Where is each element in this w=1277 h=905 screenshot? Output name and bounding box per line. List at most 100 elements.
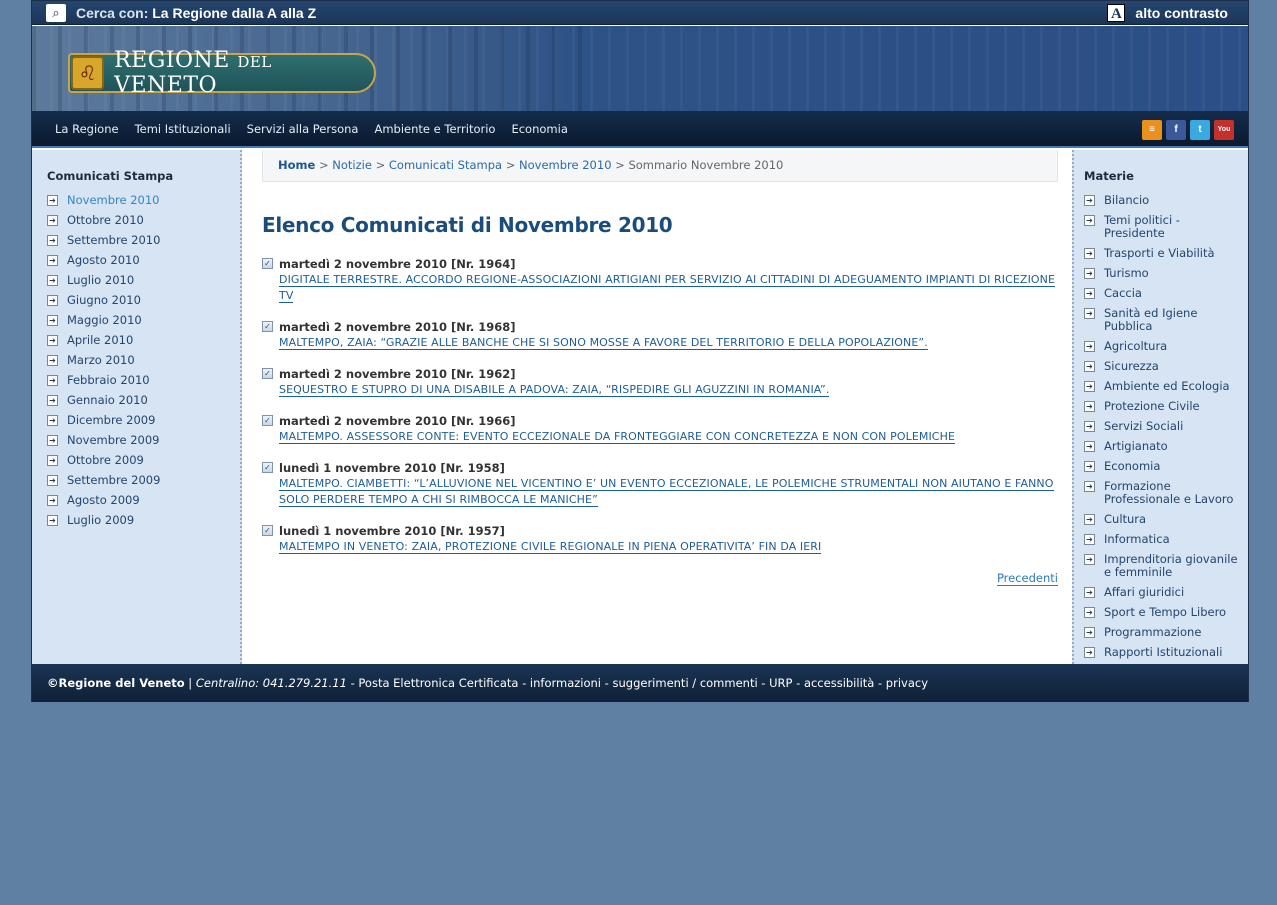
press-release-link[interactable]: MALTEMPO, ZAIA: “GRAZIE ALLE BANCHE CHE … <box>279 336 928 350</box>
sidebar-item-dicembre-2009[interactable]: ➔ Dicembre 2009 <box>47 414 160 434</box>
press-release-link[interactable]: MALTEMPO IN VENETO: ZAIA, PROTEZIONE CIV… <box>279 540 822 554</box>
sidebar-item-temi-politici-presidente[interactable]: ➔ Temi politici - Presidente <box>1084 214 1244 240</box>
footer-link-urp[interactable]: URP <box>769 676 792 690</box>
arrow-right-icon: ➔ <box>1084 461 1095 472</box>
sidebar-item-servizi-sociali[interactable]: ➔ Servizi Sociali <box>1084 420 1244 433</box>
sidebar-item-giugno-2010[interactable]: ➔ Giugno 2010 <box>47 294 160 314</box>
press-release-link[interactable]: DIGITALE TERRESTRE. ACCORDO REGIONE-ASSO… <box>279 273 1056 303</box>
sidebar-item-sicurezza[interactable]: ➔ Sicurezza <box>1084 360 1244 373</box>
sidebar-item-turismo[interactable]: ➔ Turismo <box>1084 267 1244 280</box>
nav-item-temi-istituzionali[interactable]: Temi Istituzionali <box>135 122 231 136</box>
sidebar-item-settembre-2010[interactable]: ➔ Settembre 2010 <box>47 234 160 254</box>
sidebar-item-label: Imprenditoria giovanile e femminile <box>1104 552 1238 579</box>
arrow-right-icon: ➔ <box>1084 627 1095 638</box>
press-release-date: martedì 2 novembre 2010 [Nr. 1966] <box>279 414 516 428</box>
high-contrast-link[interactable]: A alto contrasto <box>1107 4 1228 22</box>
sidebar-item-aprile-2010[interactable]: ➔ Aprile 2010 <box>47 334 160 354</box>
sidebar-item-novembre-2010[interactable]: ➔ Novembre 2010 <box>47 194 160 214</box>
sidebar-item-label: Febbraio 2010 <box>67 373 150 387</box>
breadcrumb: Home > Notizie > Comunicati Stampa > Nov… <box>262 150 1058 182</box>
footer-link-privacy[interactable]: privacy <box>886 676 928 690</box>
arrow-right-icon: ➔ <box>47 495 58 506</box>
arrow-right-icon: ➔ <box>47 375 58 386</box>
sidebar-item-trasporti-e-viabilita[interactable]: ➔ Trasporti e Viabilità <box>1084 247 1244 260</box>
arrow-right-icon: ➔ <box>1084 268 1095 279</box>
sidebar-item-affari-giuridici[interactable]: ➔ Affari giuridici <box>1084 586 1244 599</box>
sidebar-item-imprenditoria-giovanile-e-femminile[interactable]: ➔ Imprenditoria giovanile e femminile <box>1084 553 1244 579</box>
sidebar-item-label: Agosto 2010 <box>67 253 140 267</box>
breadcrumb-item-notizie[interactable]: Notizie <box>332 158 372 172</box>
press-release-item: ✓ martedì 2 novembre 2010 [Nr. 1962] SEQUE… <box>262 366 1058 398</box>
sidebar-item-luglio-2010[interactable]: ➔ Luglio 2010 <box>47 274 160 294</box>
sidebar-item-febbraio-2010[interactable]: ➔ Febbraio 2010 <box>47 374 160 394</box>
sidebar-item-maggio-2010[interactable]: ➔ Maggio 2010 <box>47 314 160 334</box>
sidebar-item-caccia[interactable]: ➔ Caccia <box>1084 287 1244 300</box>
sidebar-item-agosto-2010[interactable]: ➔ Agosto 2010 <box>47 254 160 274</box>
footer-link-informazioni[interactable]: informazioni <box>530 676 601 690</box>
press-release-title-wrap: DIGITALE TERRESTRE. ACCORDO REGIONE-ASSO… <box>279 272 1058 304</box>
sidebar-item-informatica[interactable]: ➔ Informatica <box>1084 533 1244 546</box>
sidebar-item-label: Aprile 2010 <box>67 333 134 347</box>
sidebar-item-label: Sanità ed Igiene Pubblica <box>1104 306 1198 333</box>
arrow-right-icon: ➔ <box>1084 514 1095 525</box>
nav-item-servizi-alla-persona[interactable]: Servizi alla Persona <box>247 122 359 136</box>
arrow-right-icon: ➔ <box>1084 534 1095 545</box>
site-logo[interactable]: ♌ REGIONE DEL VENETO <box>68 48 376 98</box>
rss-icon[interactable]: ≡ <box>1142 120 1162 140</box>
arrow-right-icon: ➔ <box>1084 421 1095 432</box>
nav-item-la-regione[interactable]: La Regione <box>55 122 119 136</box>
sidebar-item-ottobre-2010[interactable]: ➔ Ottobre 2010 <box>47 214 160 234</box>
press-release-date: lunedì 1 novembre 2010 [Nr. 1957] <box>279 524 505 538</box>
top-bar: ⌕ Cerca con: La Regione dalla A alla Z A… <box>32 1 1248 25</box>
sidebar-item-artigianato[interactable]: ➔ Artigianato <box>1084 440 1244 453</box>
arrow-right-icon: ➔ <box>47 255 58 266</box>
press-release-link[interactable]: SEQUESTRO E STUPRO DI UNA DISABILE A PAD… <box>279 383 830 397</box>
sidebar-item-novembre-2009[interactable]: ➔ Novembre 2009 <box>47 434 160 454</box>
sidebar-item-luglio-2009[interactable]: ➔ Luglio 2009 <box>47 514 160 534</box>
previous-link[interactable]: Precedenti <box>996 571 1058 586</box>
press-release-link[interactable]: MALTEMPO. CIAMBETTI: “L’ALLUVIONE NEL VI… <box>279 477 1054 507</box>
twitter-icon[interactable]: t <box>1190 120 1210 140</box>
facebook-icon[interactable]: f <box>1166 120 1186 140</box>
checkbox-icon: ✓ <box>262 462 273 473</box>
sidebar-item-gennaio-2010[interactable]: ➔ Gennaio 2010 <box>47 394 160 414</box>
youtube-icon[interactable]: You <box>1214 120 1234 140</box>
sidebar-item-settembre-2009[interactable]: ➔ Settembre 2009 <box>47 474 160 494</box>
sidebar-item-label: Caccia <box>1104 286 1142 300</box>
breadcrumb-home[interactable]: Home <box>278 158 315 172</box>
press-release-link[interactable]: MALTEMPO. ASSESSORE CONTE: EVENTO ECCEZI… <box>279 430 956 444</box>
sidebar-item-ambiente-ed-ecologia[interactable]: ➔ Ambiente ed Ecologia <box>1084 380 1244 393</box>
sidebar-item-agricoltura[interactable]: ➔ Agricoltura <box>1084 340 1244 353</box>
sidebar-item-sport-e-tempo-libero[interactable]: ➔ Sport e Tempo Libero <box>1084 606 1244 619</box>
sidebar-item-formazione-professionale-e-lavoro[interactable]: ➔ Formazione Professionale e Lavoro <box>1084 480 1244 506</box>
topic-list: ➔ Bilancio ➔ Temi politici - Presidente ➔ Tra… <box>1084 194 1244 666</box>
arrow-right-icon: ➔ <box>47 455 58 466</box>
nav-item-economia[interactable]: Economia <box>511 122 567 136</box>
search-az-link[interactable]: ⌕ Cerca con: La Regione dalla A alla Z <box>46 4 316 22</box>
sidebar-item-bilancio[interactable]: ➔ Bilancio <box>1084 194 1244 207</box>
footer-copyright: ©Regione del Veneto <box>47 676 185 690</box>
sidebar-item-cultura[interactable]: ➔ Cultura <box>1084 513 1244 526</box>
footer-separator: - <box>601 676 613 690</box>
footer-link-suggerimenti-commenti[interactable]: suggerimenti / commenti <box>612 676 757 690</box>
sidebar-item-programmazione[interactable]: ➔ Programmazione <box>1084 626 1244 639</box>
footer-link-posta-elettronica-certificata[interactable]: Posta Elettronica Certificata <box>358 676 518 690</box>
arrow-right-icon: ➔ <box>47 315 58 326</box>
arrow-right-icon: ➔ <box>1084 587 1095 598</box>
sidebar-item-sanita-ed-igiene-pubblica[interactable]: ➔ Sanità ed Igiene Pubblica <box>1084 307 1244 333</box>
breadcrumb-item-novembre-2010[interactable]: Novembre 2010 <box>519 158 612 172</box>
sidebar-item-agosto-2009[interactable]: ➔ Agosto 2009 <box>47 494 160 514</box>
breadcrumb-item-comunicati-stampa[interactable]: Comunicati Stampa <box>389 158 502 172</box>
sidebar-item-economia[interactable]: ➔ Economia <box>1084 460 1244 473</box>
footer-centralino-label: Centralino: <box>195 676 260 690</box>
sidebar-item-ottobre-2009[interactable]: ➔ Ottobre 2009 <box>47 454 160 474</box>
sidebar-item-marzo-2010[interactable]: ➔ Marzo 2010 <box>47 354 160 374</box>
sidebar-item-label: Gennaio 2010 <box>67 393 148 407</box>
footer-link-accessibilita[interactable]: accessibilità <box>804 676 874 690</box>
sidebar-item-label: Giugno 2010 <box>67 293 141 307</box>
nav-item-ambiente-e-territorio[interactable]: Ambiente e Territorio <box>374 122 495 136</box>
arrow-right-icon: ➔ <box>1084 248 1095 259</box>
main-content: Home > Notizie > Comunicati Stampa > Nov… <box>244 150 1072 664</box>
sidebar-item-rapporti-istituzionali[interactable]: ➔ Rapporti Istituzionali <box>1084 646 1244 659</box>
sidebar-item-protezione-civile[interactable]: ➔ Protezione Civile <box>1084 400 1244 413</box>
